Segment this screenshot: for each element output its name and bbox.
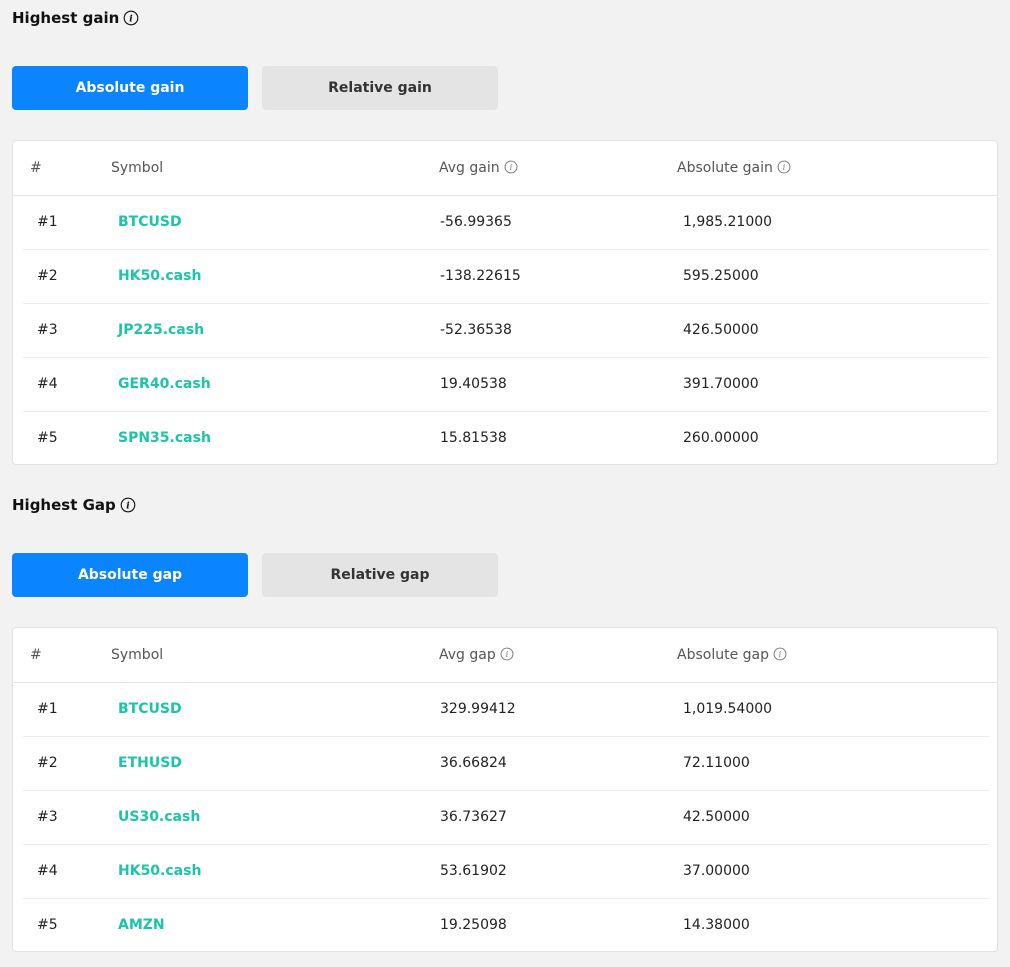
table-row: #5 AMZN 19.25098 14.38000 [23,898,989,952]
svg-text:i: i [126,502,130,512]
absolute-gain-cell: 595.25000 [683,268,759,284]
rank-cell: #3 [37,809,58,825]
info-icon[interactable]: i [504,160,520,176]
highest-gain-title-text: Highest gain [12,9,120,27]
gap-table: # Symbol Avg gap i Absolute gap i #1 BTC… [12,627,998,952]
table-row: #3 JP225.cash -52.36538 426.50000 [23,303,989,358]
avg-gain-cell: -52.36538 [440,322,512,338]
table-row: #4 GER40.cash 19.40538 391.70000 [23,357,989,412]
column-header-absolute-gain: Absolute gain i [677,141,793,195]
rank-cell: #3 [37,322,58,338]
symbol-link[interactable]: BTCUSD [118,682,182,736]
symbol-link[interactable]: AMZN [118,898,165,952]
avg-gap-cell: 53.61902 [440,863,507,879]
info-icon[interactable]: i [123,10,139,26]
absolute-gain-cell: 391.70000 [683,376,759,392]
column-header-rank: # [30,160,42,176]
absolute-gap-cell: 42.50000 [683,809,750,825]
avg-gain-cell: 15.81538 [440,430,507,446]
column-header-symbol: Symbol [111,647,164,663]
rank-cell: #2 [37,268,58,284]
column-header-avg-gap: Avg gap i [439,628,516,682]
symbol-link[interactable]: HK50.cash [118,249,201,303]
info-icon[interactable]: i [500,647,516,663]
svg-text:i: i [505,650,508,659]
symbol-link[interactable]: HK50.cash [118,844,201,898]
table-row: #1 BTCUSD -56.99365 1,985.21000 [23,195,989,250]
absolute-gap-button[interactable]: Absolute gap [12,553,248,597]
rank-cell: #5 [37,430,58,446]
absolute-gain-cell: 260.00000 [683,430,759,446]
symbol-link[interactable]: BTCUSD [118,195,182,249]
table-header: # Symbol Avg gap i Absolute gap i [13,628,997,683]
avg-gap-cell: 19.25098 [440,917,507,933]
avg-gap-cell: 329.99412 [440,701,516,717]
column-header-symbol: Symbol [111,160,164,176]
svg-text:i: i [779,650,782,659]
relative-gain-button[interactable]: Relative gain [262,66,498,110]
highest-gap-title-text: Highest Gap [12,496,116,514]
svg-text:i: i [130,15,134,25]
absolute-gap-cell: 72.11000 [683,755,750,771]
symbol-link[interactable]: ETHUSD [118,736,182,790]
rank-cell: #4 [37,376,58,392]
table-row: #4 HK50.cash 53.61902 37.00000 [23,844,989,899]
rank-cell: #1 [37,214,58,230]
table-header: # Symbol Avg gain i Absolute gain i [13,141,997,196]
highest-gap-title: Highest Gap i [12,495,136,515]
info-icon[interactable]: i [773,647,789,663]
info-icon[interactable]: i [777,160,793,176]
column-header-avg-gain: Avg gain i [439,141,520,195]
symbol-link[interactable]: SPN35.cash [118,411,211,465]
table-row: #2 HK50.cash -138.22615 595.25000 [23,249,989,304]
rank-cell: #5 [37,917,58,933]
relative-gap-button[interactable]: Relative gap [262,553,498,597]
symbol-link[interactable]: US30.cash [118,790,200,844]
column-header-rank: # [30,647,42,663]
table-row: #3 US30.cash 36.73627 42.50000 [23,790,989,845]
absolute-gain-cell: 426.50000 [683,322,759,338]
rank-cell: #1 [37,701,58,717]
symbol-link[interactable]: JP225.cash [118,303,204,357]
avg-gap-cell: 36.73627 [440,809,507,825]
table-row: #2 ETHUSD 36.66824 72.11000 [23,736,989,791]
absolute-gain-cell: 1,985.21000 [683,214,773,230]
table-row: #5 SPN35.cash 15.81538 260.00000 [23,411,989,465]
info-icon[interactable]: i [120,497,136,513]
svg-text:i: i [783,163,786,172]
highest-gain-title: Highest gain i [12,8,139,28]
gain-table: # Symbol Avg gain i Absolute gain i #1 B… [12,140,998,465]
table-row: #1 BTCUSD 329.99412 1,019.54000 [23,682,989,737]
rank-cell: #4 [37,863,58,879]
absolute-gain-button[interactable]: Absolute gain [12,66,248,110]
absolute-gap-cell: 14.38000 [683,917,750,933]
avg-gap-cell: 36.66824 [440,755,507,771]
symbol-link[interactable]: GER40.cash [118,357,211,411]
column-header-absolute-gap: Absolute gap i [677,628,789,682]
svg-text:i: i [509,163,512,172]
avg-gain-cell: -138.22615 [440,268,521,284]
absolute-gap-cell: 37.00000 [683,863,750,879]
avg-gain-cell: -56.99365 [440,214,512,230]
rank-cell: #2 [37,755,58,771]
absolute-gap-cell: 1,019.54000 [683,701,773,717]
avg-gain-cell: 19.40538 [440,376,507,392]
